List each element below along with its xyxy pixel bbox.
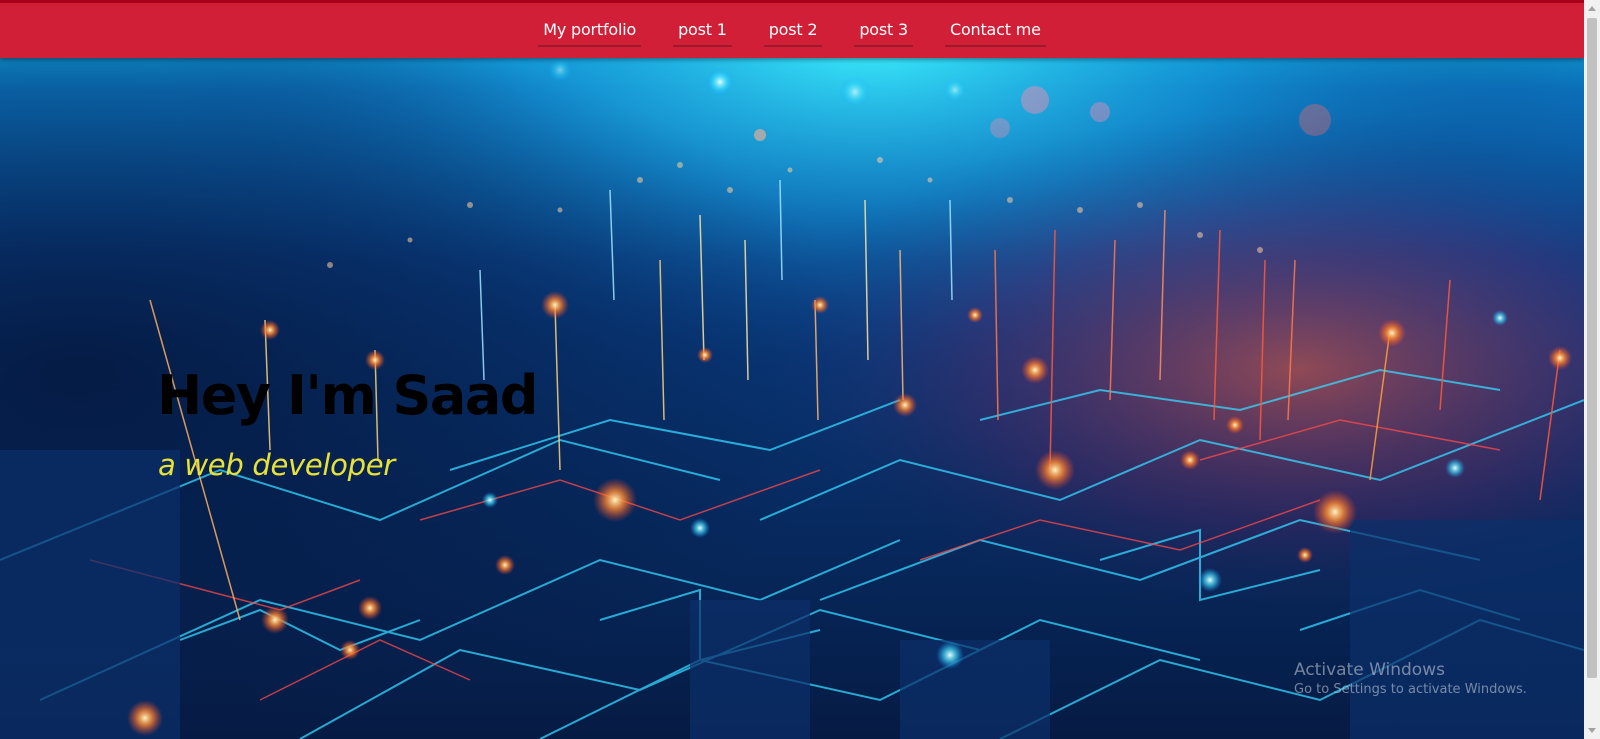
hero-section: Hey I'm Saad a web developer <box>0 0 1584 739</box>
nav-item-contact: Contact me <box>944 18 1046 47</box>
top-navbar: My portfolio post 1 post 2 post 3 Contac… <box>0 0 1584 58</box>
nav-link-post-3[interactable]: post 3 <box>854 18 913 47</box>
nav-item-post-3: post 3 <box>854 18 913 47</box>
nav-link-post-2[interactable]: post 2 <box>763 18 823 47</box>
scrollbar-thumb[interactable] <box>1587 18 1597 678</box>
watermark-subtitle: Go to Settings to activate Windows. <box>1294 682 1527 697</box>
nav-list: My portfolio post 1 post 2 post 3 Contac… <box>538 18 1046 47</box>
scroll-up-arrow-icon[interactable] <box>1584 0 1600 16</box>
scroll-down-arrow-icon[interactable] <box>1584 723 1600 739</box>
vertical-scrollbar[interactable] <box>1584 0 1600 739</box>
watermark-title: Activate Windows <box>1294 660 1445 680</box>
page: Hey I'm Saad a web developer My portfoli… <box>0 0 1600 739</box>
nav-item-post-2: post 2 <box>763 18 823 47</box>
nav-item-post-1: post 1 <box>673 18 732 47</box>
nav-link-contact-me[interactable]: Contact me <box>944 18 1046 47</box>
hero-title: Hey I'm Saad <box>157 364 538 427</box>
hero-subtitle: a web developer <box>158 448 395 482</box>
windows-activation-watermark: Activate Windows Go to Settings to activ… <box>1294 659 1527 699</box>
nav-item-portfolio: My portfolio <box>538 18 642 47</box>
nav-link-my-portfolio[interactable]: My portfolio <box>538 18 642 47</box>
nav-link-post-1[interactable]: post 1 <box>673 18 732 47</box>
